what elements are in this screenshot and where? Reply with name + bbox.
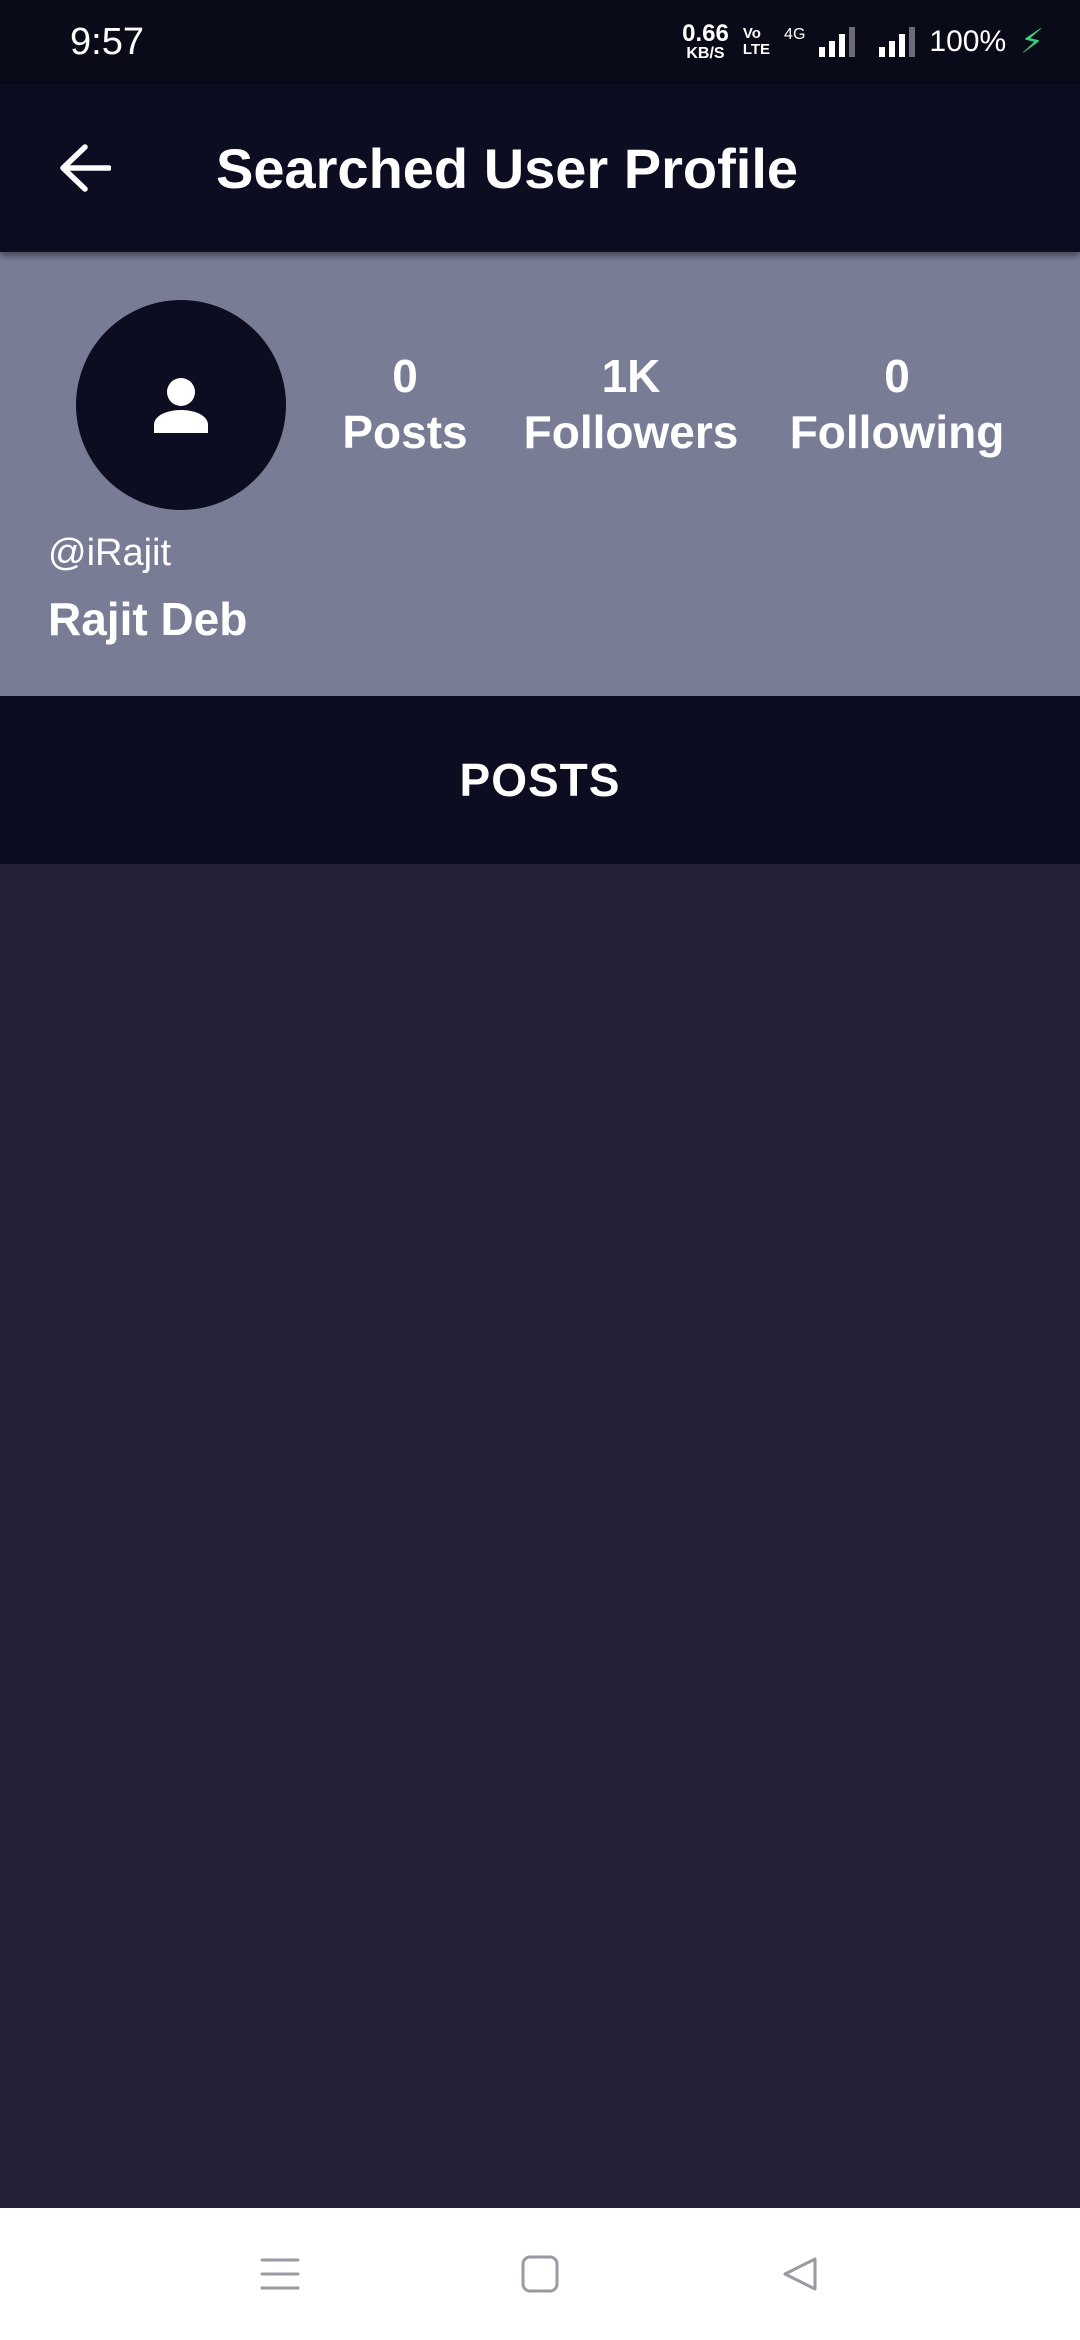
network-speed-unit: KB/S (686, 45, 725, 62)
back-triangle-icon (783, 2257, 817, 2291)
status-time: 9:57 (70, 20, 144, 63)
posts-stat[interactable]: 0 Posts (342, 348, 467, 460)
volte-top: Vo (742, 25, 761, 43)
volte-icon: Vo LTE (743, 26, 770, 58)
signal-strength-icon-sim1 (819, 27, 856, 57)
username: @iRajit (48, 532, 172, 574)
app-bar: Searched User Profile (0, 84, 1080, 252)
following-count: 0 (884, 350, 910, 402)
avatar[interactable] (76, 300, 286, 510)
system-nav-bar (0, 2208, 1080, 2340)
network-speed-value: 0.66 (682, 20, 729, 47)
posts-label: Posts (342, 406, 468, 458)
tab-posts[interactable]: POSTS (0, 696, 1080, 864)
following-stat[interactable]: 0 Following (790, 348, 1005, 460)
status-indicators: 0.66 KB/S Vo LTE 4G 100% ⚡ (682, 22, 1044, 62)
volte-bottom: LTE (742, 41, 771, 58)
followers-label: Followers (523, 406, 739, 458)
profile-header: 0 Posts 1K Followers 0 Following @iRajit… (0, 252, 1080, 696)
charging-bolt-icon: ⚡ (1020, 23, 1044, 61)
battery-level: 100% (929, 25, 1007, 58)
recent-apps-button[interactable] (240, 2234, 320, 2314)
display-name: Rajit Deb (48, 593, 248, 645)
followers-count: 1K (601, 350, 661, 402)
followers-stat[interactable]: 1K Followers (524, 348, 739, 460)
page-title: Searched User Profile (216, 136, 799, 200)
arrow-left-icon (60, 144, 111, 192)
back-button[interactable] (0, 84, 170, 252)
following-label: Following (789, 406, 1005, 458)
menu-icon (260, 2258, 300, 2290)
home-button[interactable] (500, 2234, 580, 2314)
status-bar: 9:57 0.66 KB/S Vo LTE 4G 100% ⚡ (0, 0, 1080, 84)
home-square-icon (521, 2255, 559, 2293)
posts-grid (0, 864, 1080, 2208)
person-icon (154, 378, 208, 433)
signal-strength-icon-sim2 (879, 27, 916, 57)
network-type: 4G (784, 26, 806, 43)
system-back-button[interactable] (760, 2234, 840, 2314)
posts-count: 0 (392, 350, 418, 402)
network-speed: 0.66 KB/S (682, 22, 729, 62)
